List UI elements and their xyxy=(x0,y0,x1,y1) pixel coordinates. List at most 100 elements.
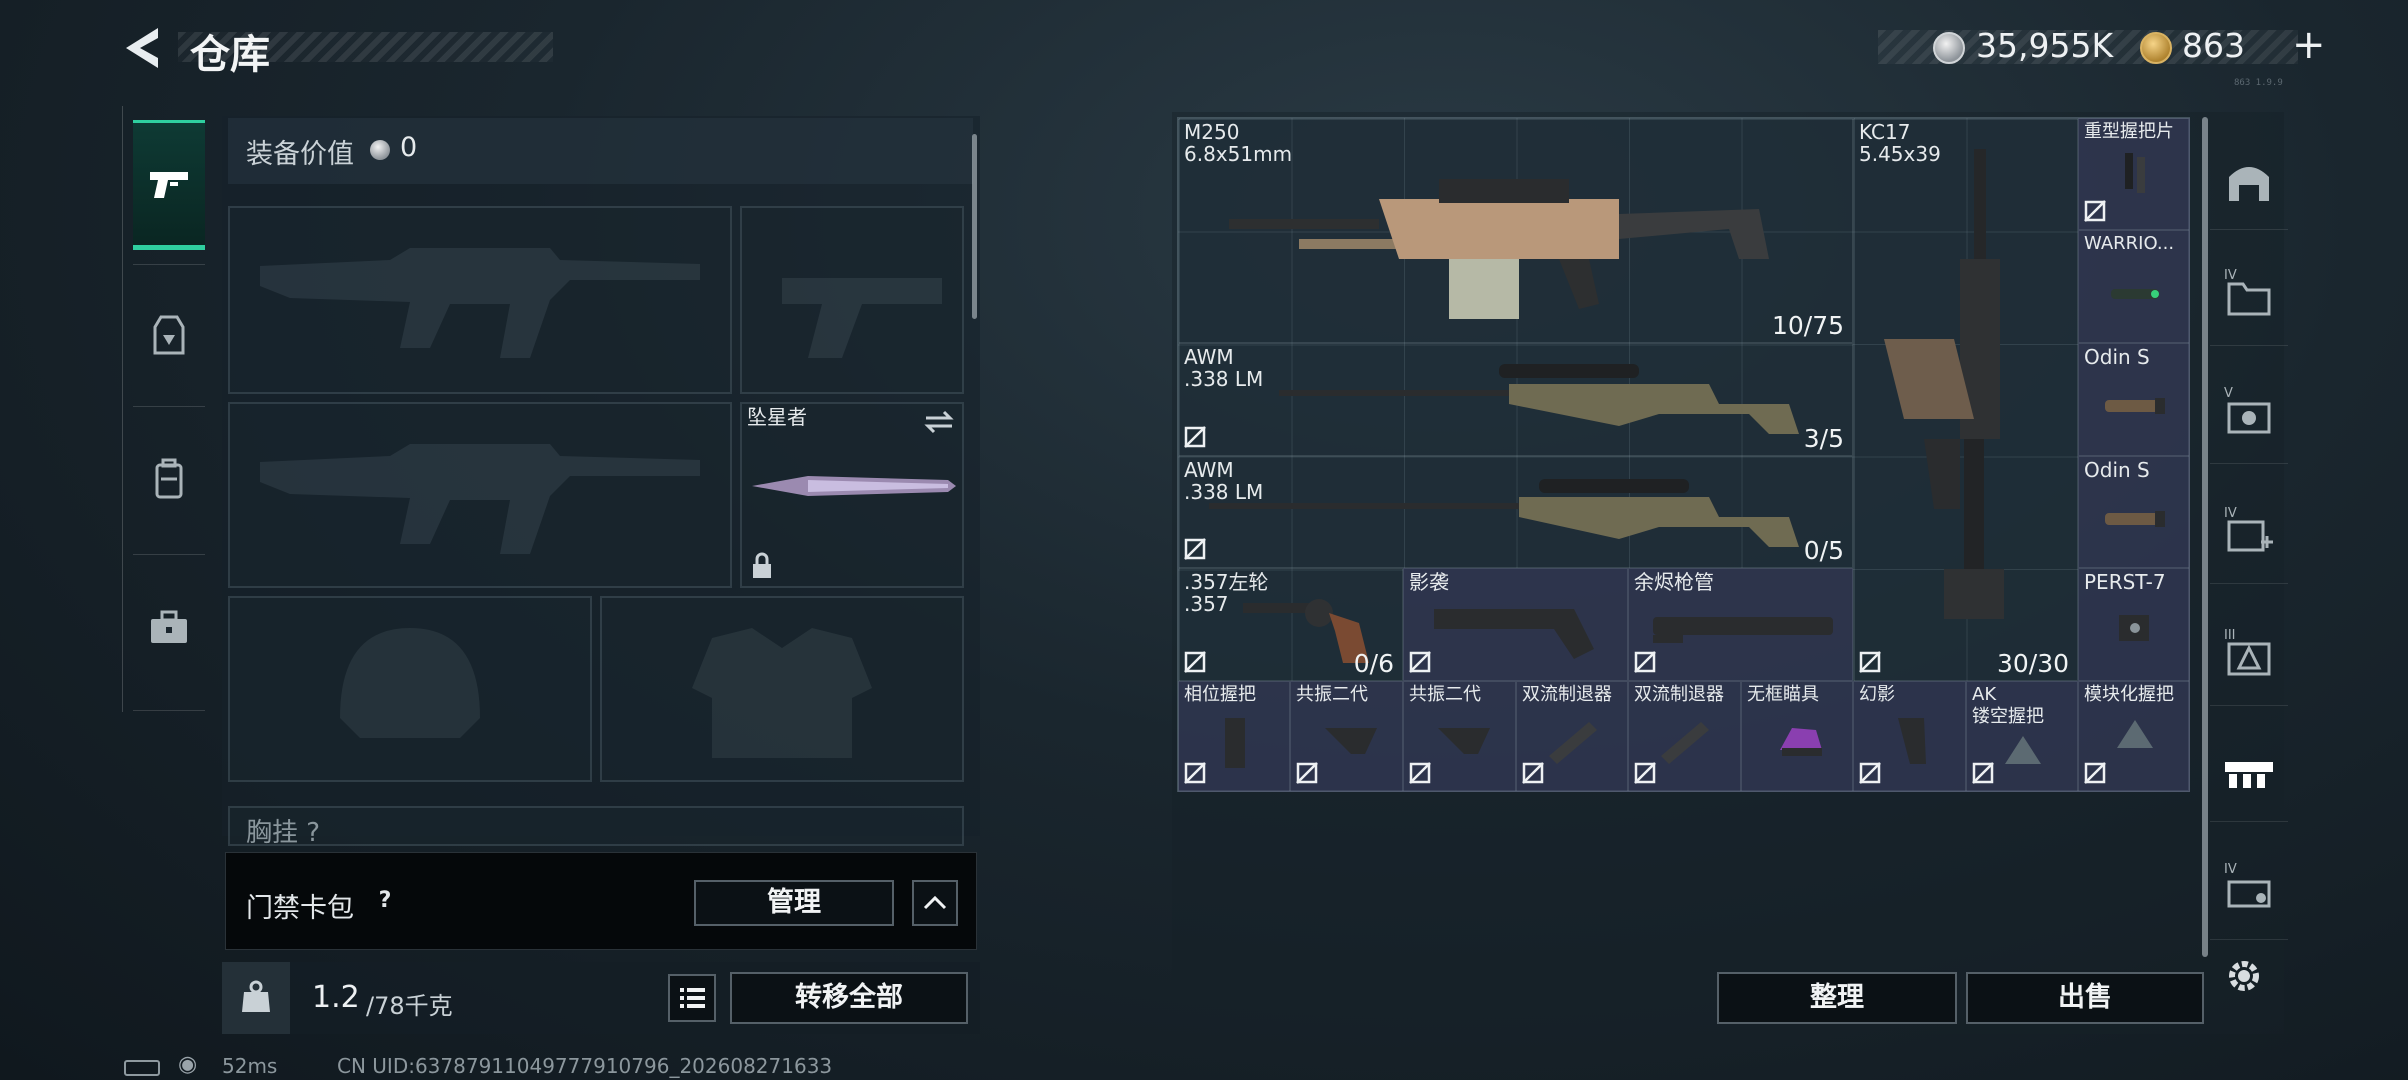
no-insure-icon xyxy=(1183,650,1207,674)
grip-panel-icon xyxy=(2125,153,2145,193)
stash-item-awm[interactable]: AWM .338 LM 0/5 xyxy=(1178,456,1853,568)
version-text: 863 1.9.9 xyxy=(2234,78,2283,88)
stash-scrollbar[interactable] xyxy=(2202,117,2208,957)
stash-tab-home[interactable] xyxy=(2210,130,2288,230)
stash-tab-crate[interactable]: IV xyxy=(2210,840,2288,940)
item-name: 共振二代 xyxy=(1409,684,1481,705)
reflex-sight-icon xyxy=(1780,728,1822,756)
stash-item-heavy-grip[interactable]: 重型握把片 xyxy=(2078,118,2190,230)
vertical-grip-icon xyxy=(1225,718,1245,768)
item-name: 双流制退器 xyxy=(1522,684,1612,705)
pistol-slot[interactable] xyxy=(740,206,964,394)
item-name: 相位握把 xyxy=(1184,684,1256,705)
angled-grip-icon xyxy=(1325,728,1377,754)
melee-slot[interactable]: 坠星者 xyxy=(740,402,964,588)
tab-weapons[interactable] xyxy=(133,120,205,250)
stash-item-odin-s[interactable]: Odin S xyxy=(2078,343,2190,456)
sell-button[interactable]: 出售 xyxy=(1966,972,2204,1024)
helmet-slot[interactable] xyxy=(228,596,592,782)
pistol-silhouette-icon xyxy=(782,278,942,358)
list-icon xyxy=(680,988,705,1008)
settings-gear-icon[interactable] xyxy=(2222,954,2266,998)
tab-level: IV xyxy=(2224,862,2237,877)
no-insure-icon xyxy=(1295,761,1319,785)
no-insure-icon xyxy=(1633,650,1657,674)
stash-item-m250[interactable]: M250 6.8x51mm 10/75 xyxy=(1178,118,1853,343)
no-insure-icon xyxy=(1971,761,1995,785)
loadout-scrollbar[interactable] xyxy=(972,134,977,319)
stash-tab-medical[interactable]: IV xyxy=(2210,484,2288,584)
ping-text: 52ms xyxy=(222,1054,278,1078)
tab-separator xyxy=(133,710,205,711)
rifle-silhouette-icon xyxy=(260,248,700,358)
no-insure-icon xyxy=(1633,761,1657,785)
backpack-icon xyxy=(155,458,183,499)
stash-tab-warning[interactable]: III xyxy=(2210,606,2288,706)
helmet-silhouette-icon xyxy=(340,628,480,738)
ammo-count: 0/6 xyxy=(1353,649,1394,678)
add-currency-button[interactable]: + xyxy=(2292,22,2326,68)
stash-item-dual-flow-brake[interactable]: 双流制退器 xyxy=(1628,681,1741,792)
currency-points: 863 xyxy=(2182,26,2245,65)
machine-gun-icon xyxy=(1229,179,1769,319)
secondary-weapon-slot[interactable] xyxy=(228,402,732,588)
item-name: 双流制退器 xyxy=(1634,684,1724,705)
back-arrow-icon[interactable] xyxy=(118,24,168,72)
transfer-all-button[interactable]: 转移全部 xyxy=(730,972,968,1024)
item-name: Odin S xyxy=(2084,345,2150,369)
melee-name: 坠星者 xyxy=(747,405,807,429)
help-icon[interactable]: ? xyxy=(370,888,400,918)
stash-tab-attachments[interactable] xyxy=(2210,722,2288,822)
stash-item-dual-flow-brake[interactable]: 双流制退器 xyxy=(1516,681,1628,792)
stash-item-perst-7[interactable]: PERST-7 xyxy=(2078,568,2190,681)
no-insure-icon xyxy=(1521,761,1545,785)
stash-item-odin-s[interactable]: Odin S xyxy=(2078,456,2190,568)
no-insure-icon xyxy=(1183,425,1207,449)
armor-silhouette-icon xyxy=(692,628,872,758)
stash-tab-folder[interactable]: IV xyxy=(2210,246,2288,346)
angled-grip-icon xyxy=(1438,728,1490,754)
no-insure-icon xyxy=(2083,199,2107,223)
attachments-tab-icon xyxy=(2225,761,2273,788)
stash-item-shadow-strike[interactable]: 影袭 xyxy=(1403,568,1628,681)
stash-item-revolver[interactable]: .357左轮 .357 0/6 xyxy=(1178,568,1403,681)
stash-item-ak-skeleton-grip[interactable]: AK 镂空握把 xyxy=(1966,681,2078,792)
stash-item-warrior[interactable]: WARRIO... xyxy=(2078,230,2190,343)
item-name: 模块化握把 xyxy=(2084,684,2174,705)
flashlight-icon xyxy=(2105,511,2165,527)
assault-rifle-icon xyxy=(1884,149,2004,619)
swap-icon[interactable] xyxy=(922,410,956,434)
pistol-icon xyxy=(150,172,188,198)
stash-item-phantom[interactable]: 幻影 xyxy=(1853,681,1966,792)
silver-coin-icon xyxy=(1933,32,1965,64)
tab-case[interactable] xyxy=(133,562,205,692)
tab-backpack[interactable] xyxy=(133,414,205,544)
stash-item-resonance-gen2[interactable]: 共振二代 xyxy=(1403,681,1516,792)
wifi-icon: ◉ xyxy=(178,1052,198,1077)
sort-button[interactable]: 整理 xyxy=(1717,972,1957,1024)
flashlight-icon xyxy=(2105,398,2165,414)
tab-armor[interactable] xyxy=(133,270,205,400)
item-name: Odin S xyxy=(2084,458,2150,482)
stash-item-ember-barrel[interactable]: 余烬枪管 xyxy=(1628,568,1853,681)
stash-item-frameless-sight[interactable]: 无框瞄具 xyxy=(1741,681,1853,792)
stash-item-kc17[interactable]: KC17 5.45x39 30/30 xyxy=(1853,118,2078,681)
stash-item-resonance-gen2[interactable]: 共振二代 xyxy=(1290,681,1403,792)
page-title: 仓库 xyxy=(190,32,270,78)
equip-value-label: 装备价值 xyxy=(246,139,354,170)
ammo-count: 3/5 xyxy=(1803,424,1844,453)
stash-item-awm[interactable]: AWM .338 LM 3/5 xyxy=(1178,343,1853,456)
primary-weapon-slot[interactable] xyxy=(228,206,732,394)
placeholder-triangle-icon xyxy=(2005,736,2041,764)
loadout-tabs xyxy=(122,106,216,712)
stash-item-phase-grip[interactable]: 相位握把 xyxy=(1178,681,1290,792)
manage-button[interactable]: 管理 xyxy=(694,880,894,926)
tab-separator xyxy=(133,406,205,407)
item-name: PERST-7 xyxy=(2084,570,2166,594)
expand-button[interactable] xyxy=(912,880,958,926)
chest-rig-slot[interactable] xyxy=(228,806,964,846)
stash-item-modular-grip[interactable]: 模块化握把 xyxy=(2078,681,2190,792)
body-armor-slot[interactable] xyxy=(600,596,964,782)
list-view-button[interactable] xyxy=(668,974,716,1022)
stash-tab-camera[interactable]: V xyxy=(2210,364,2288,464)
